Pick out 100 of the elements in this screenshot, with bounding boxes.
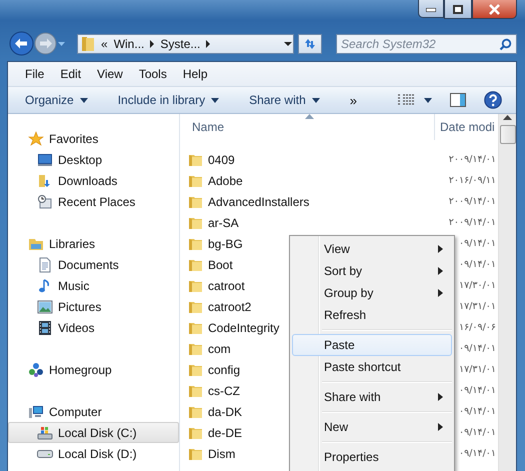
context-menu-item[interactable]: Refresh xyxy=(292,304,452,326)
minimize-button[interactable] xyxy=(418,0,444,18)
scroll-thumb[interactable] xyxy=(500,125,516,144)
file-name[interactable]: cs-CZ xyxy=(208,384,240,398)
homegroup-icon xyxy=(28,362,44,378)
film-icon xyxy=(37,320,53,336)
column-header[interactable]: Name xyxy=(180,120,434,134)
nav-item[interactable]: Libraries xyxy=(8,233,179,254)
context-menu-item[interactable]: Paste shortcut xyxy=(292,356,452,378)
close-icon xyxy=(489,4,500,14)
computer-icon xyxy=(28,404,44,420)
monitor-icon xyxy=(37,152,53,168)
menu-item[interactable]: File xyxy=(17,67,52,81)
context-menu-item[interactable]: Share with xyxy=(292,386,452,408)
date-cell-text: ۲۰۱۶/۰۹/۱۱ xyxy=(448,175,497,186)
nav-item[interactable]: Downloads xyxy=(8,170,179,191)
file-name[interactable]: da-DK xyxy=(208,404,242,418)
toolbar-button[interactable]: Organize xyxy=(25,93,88,107)
context-menu-item[interactable]: New xyxy=(292,416,452,438)
nav-label: Documents xyxy=(58,258,119,272)
file-name[interactable]: Dism xyxy=(208,446,236,460)
close-button[interactable] xyxy=(472,0,517,19)
refresh-button[interactable] xyxy=(298,34,322,54)
overflow-chevron[interactable]: « xyxy=(101,36,108,50)
view-options-button[interactable] xyxy=(398,94,432,106)
context-menu-item[interactable]: View xyxy=(292,238,452,260)
nav-item[interactable]: Homegroup xyxy=(8,359,179,380)
date-cell-text: ۲۰۰۹/۱۴/۰۱ xyxy=(448,196,497,207)
context-menu-item[interactable]: Group by xyxy=(292,282,452,304)
dropdown-arrow-icon xyxy=(283,40,293,46)
menu-item[interactable]: Edit xyxy=(52,67,90,81)
drive-icon xyxy=(37,450,53,458)
breadcrumb[interactable]: Win... xyxy=(114,36,144,50)
address-bar[interactable]: « Win... Syste... xyxy=(77,34,294,54)
toolbar-button[interactable]: Share with xyxy=(249,93,320,107)
breadcrumb[interactable]: Syste... xyxy=(160,36,200,50)
file-name[interactable]: de-DE xyxy=(208,426,242,440)
nav-item[interactable]: Pictures xyxy=(8,296,179,317)
nav-item[interactable]: Local Disk (C:) xyxy=(8,422,179,443)
nav-item[interactable]: Documents xyxy=(8,254,179,275)
menu-item[interactable]: Tools xyxy=(130,67,175,81)
nav-item[interactable]: Computer xyxy=(8,401,179,422)
date-cell-text: ۲۰۰۹/۱۴/۰۱ xyxy=(448,154,497,165)
nav-item[interactable]: Favorites xyxy=(8,128,179,149)
document-icon xyxy=(37,256,53,272)
file-name[interactable]: com xyxy=(208,342,231,356)
nav-label: Desktop xyxy=(58,152,102,166)
toolbar-button[interactable]: Include in library xyxy=(118,93,220,107)
context-menu-item[interactable]: Properties xyxy=(292,446,452,468)
file-name[interactable]: config xyxy=(208,362,240,376)
file-name[interactable]: bg-BG xyxy=(208,236,243,250)
date-cell-text: ۱۶/۰۹/۰۶ xyxy=(458,322,497,333)
nav-label: Local Disk (D:) xyxy=(58,446,137,460)
file-name[interactable]: ar-SA xyxy=(208,216,239,230)
more-button[interactable]: » xyxy=(350,92,358,108)
dropdown-arrow-icon xyxy=(80,98,88,102)
nav-label: Downloads xyxy=(58,174,118,188)
details-view-icon xyxy=(398,94,414,106)
date-cell-text: ۰۹/۱۴/۰۱ xyxy=(458,343,497,354)
context-menu-item[interactable]: Paste xyxy=(292,334,452,356)
clock-icon xyxy=(37,194,53,210)
nav-label: Homegroup xyxy=(49,362,112,376)
date-cell-text: ۱۷/۳۱/۰۱ xyxy=(458,364,497,375)
date-cell-text: ۰۹/۱۴/۰۱ xyxy=(458,238,497,249)
file-name[interactable]: CodeIntegrity xyxy=(208,320,280,334)
file-name[interactable]: Boot xyxy=(208,258,233,272)
star-icon xyxy=(28,130,44,146)
date-cell-text: ۲۰۰۹/۱۴/۰۱ xyxy=(448,217,497,228)
nav-label: Music xyxy=(58,278,90,292)
date-cell-text: ۰۹/۱۴/۰۱ xyxy=(458,448,497,459)
nav-item[interactable]: Desktop xyxy=(8,149,179,170)
nav-item[interactable]: Music xyxy=(8,275,179,296)
menu-item[interactable]: Help xyxy=(174,67,216,81)
date-cell-text: ۰۹/۱۴/۰۱ xyxy=(458,406,497,417)
dropdown-arrow-icon xyxy=(312,98,320,102)
nav-label: Favorites xyxy=(49,132,98,146)
nav-item[interactable]: Recent Places xyxy=(8,191,179,212)
dropdown-arrow-icon xyxy=(424,98,432,102)
maximize-button[interactable] xyxy=(444,0,472,19)
nav-label: Local Disk (C:) xyxy=(58,426,137,440)
nav-item[interactable]: Local Disk (D:) xyxy=(8,443,179,464)
nav-item[interactable]: Videos xyxy=(8,317,179,338)
date-cell-text: ۰۹/۱۴/۰۱ xyxy=(458,259,497,270)
scrollbar[interactable] xyxy=(498,114,516,471)
file-name[interactable]: catroot xyxy=(208,278,245,292)
help-icon xyxy=(484,91,502,109)
file-name[interactable]: AdvancedInstallers xyxy=(208,194,310,208)
nav-label: Computer xyxy=(49,404,102,418)
back-button-icon xyxy=(9,31,34,56)
file-name[interactable]: catroot2 xyxy=(208,300,252,314)
date-cell-text: ۰۹/۱۴/۰۱ xyxy=(458,385,497,396)
date-cell-text: ۰۹/۱۴/۰۱ xyxy=(458,427,497,438)
menu-item[interactable]: View xyxy=(89,67,131,81)
folder-icon xyxy=(81,36,95,52)
context-menu-item[interactable]: Sort by xyxy=(292,260,452,282)
sort-arrow-icon xyxy=(305,114,314,119)
search-field[interactable]: Search System32 xyxy=(336,34,517,54)
minimize-icon xyxy=(426,8,436,12)
file-name[interactable]: Adobe xyxy=(208,174,243,188)
file-name[interactable]: 0409 xyxy=(208,152,235,166)
